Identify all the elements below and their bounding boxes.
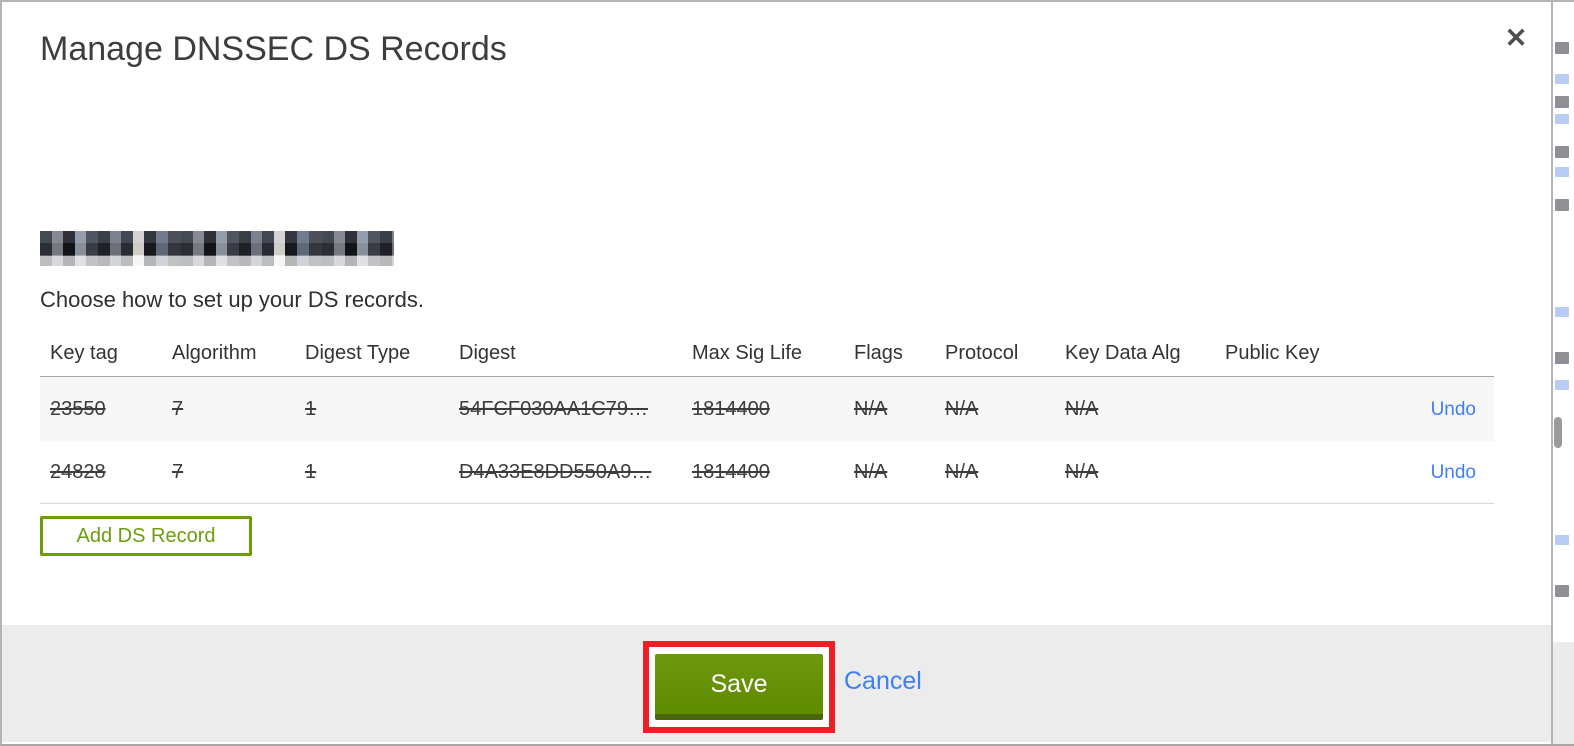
cell-digest: 54FCF030AA1C79… [459, 397, 648, 420]
cutoff-text-fragment [1555, 42, 1569, 54]
dialog-footer: Save Cancel [2, 625, 1551, 742]
cutoff-link-fragment [1555, 307, 1569, 317]
column-header-digest: Digest [459, 342, 516, 364]
page-behind-footer-area [1553, 642, 1574, 744]
page-title: Manage DNSSEC DS Records [40, 30, 507, 68]
manage-dnssec-dialog: Manage DNSSEC DS Records ✕ Choose how to… [2, 2, 1553, 744]
close-icon[interactable]: ✕ [1498, 20, 1534, 56]
screenshot-root: Manage DNSSEC DS Records ✕ Choose how to… [0, 0, 1574, 746]
cell-actions: Undo [1386, 398, 1494, 421]
save-button[interactable]: Save [655, 654, 823, 720]
cancel-link[interactable]: Cancel [844, 667, 922, 696]
cutoff-text-fragment [1555, 146, 1569, 158]
cell-protocol: N/A [945, 397, 979, 420]
undo-link[interactable]: Undo [1431, 399, 1476, 420]
cutoff-link-fragment [1555, 114, 1569, 124]
add-ds-record-button[interactable]: Add DS Record [40, 516, 252, 556]
cutoff-link-fragment [1555, 535, 1569, 545]
cutoff-link-fragment [1555, 74, 1569, 84]
column-header-digest-type: Digest Type [305, 342, 411, 364]
instruction-text: Choose how to set up your DS records. [40, 287, 424, 312]
table-header-row: Key tag Algorithm Digest Type Digest Max… [40, 331, 1494, 377]
cell-key-data-alg: N/A [1065, 460, 1099, 483]
column-header-protocol: Protocol [945, 342, 1019, 364]
column-header-flags: Flags [854, 342, 903, 364]
scrollbar-thumb[interactable] [1554, 417, 1562, 448]
cutoff-link-fragment [1555, 380, 1569, 390]
ds-records-table: Key tag Algorithm Digest Type Digest Max… [40, 331, 1494, 504]
red-highlight-annotation: Save [643, 641, 835, 733]
cutoff-text-fragment [1555, 585, 1569, 597]
cutoff-text-fragment [1555, 199, 1569, 211]
column-header-public-key: Public Key [1225, 342, 1320, 364]
table-row: 24828 7 1 D4A33E8DD550A9… 1814400 N/A N/… [40, 441, 1494, 504]
cutoff-link-fragment [1555, 167, 1569, 177]
cutoff-text-fragment [1555, 352, 1569, 364]
cell-flags: N/A [854, 397, 888, 420]
column-header-key-tag: Key tag [50, 342, 118, 364]
column-header-algorithm: Algorithm [172, 342, 257, 364]
redacted-domain-name [40, 231, 394, 266]
table-row: 23550 7 1 54FCF030AA1C79… 1814400 N/A N/… [40, 377, 1494, 441]
cutoff-text-fragment [1555, 96, 1569, 108]
column-header-max-sig-life: Max Sig Life [692, 342, 803, 364]
cell-key-tag: 23550 [50, 397, 106, 420]
undo-link[interactable]: Undo [1431, 462, 1476, 483]
cell-max-sig-life: 1814400 [692, 397, 770, 420]
cell-protocol: N/A [945, 460, 979, 483]
cell-algorithm: 7 [172, 397, 184, 420]
cell-digest: D4A33E8DD550A9… [459, 460, 652, 483]
cell-digest-type: 1 [305, 460, 317, 483]
cell-algorithm: 7 [172, 460, 184, 483]
column-header-key-data-alg: Key Data Alg [1065, 342, 1181, 364]
cell-key-data-alg: N/A [1065, 397, 1099, 420]
page-behind-modal-strip [1553, 2, 1574, 744]
cell-flags: N/A [854, 460, 888, 483]
cell-key-tag: 24828 [50, 460, 106, 483]
cell-digest-type: 1 [305, 397, 317, 420]
cell-actions: Undo [1386, 461, 1494, 484]
cell-max-sig-life: 1814400 [692, 460, 770, 483]
